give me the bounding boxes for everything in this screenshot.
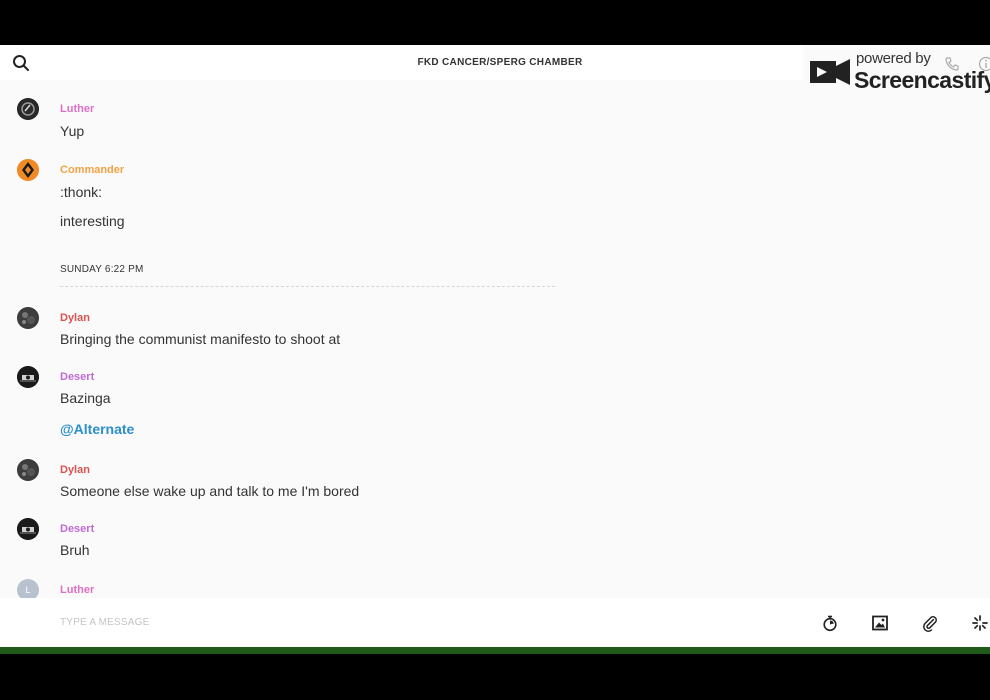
top-letterbox <box>0 0 990 45</box>
avatar[interactable] <box>17 307 39 329</box>
avatar-initial: L <box>25 585 31 595</box>
status-strip <box>0 647 990 654</box>
avatar-commander-image <box>17 159 39 181</box>
watermark-line1: powered by <box>856 50 931 67</box>
avatar-dylan-image <box>17 459 39 481</box>
message-text: Bruh <box>60 542 90 558</box>
avatar-desert-image <box>17 366 39 388</box>
watermark-line2: Screencastify <box>854 67 990 93</box>
message-author[interactable]: Dylan <box>60 464 90 476</box>
paperclip-icon[interactable] <box>921 614 939 632</box>
stopwatch-icon[interactable] <box>821 614 839 632</box>
avatar[interactable] <box>17 459 39 481</box>
message-author[interactable]: Luther <box>60 584 94 596</box>
screencastify-logo-icon <box>810 59 850 85</box>
avatar[interactable] <box>17 366 39 388</box>
bottom-letterbox <box>0 654 990 700</box>
avatar-desert-image <box>17 518 39 540</box>
avatar-luther-image <box>18 99 38 119</box>
screencastify-watermark: powered by Screencastify <box>803 45 990 97</box>
date-divider <box>60 286 555 287</box>
message-text: Bazinga <box>60 390 111 406</box>
message-composer <box>0 598 990 647</box>
date-divider-label: SUNDAY 6:22 PM <box>60 264 144 275</box>
message-author[interactable]: Luther <box>60 103 94 115</box>
message-text: interesting <box>60 213 125 229</box>
message-text: Bringing the communist manifesto to shoo… <box>60 331 341 347</box>
phone-icon[interactable] <box>944 56 960 72</box>
info-icon[interactable] <box>978 56 990 72</box>
message-text: Yup <box>60 123 85 139</box>
message-author[interactable]: Commander <box>60 164 124 176</box>
message-text: Someone else wake up and talk to me I'm … <box>60 483 360 499</box>
message-author[interactable]: Desert <box>60 523 94 535</box>
avatar[interactable] <box>17 518 39 540</box>
avatar-dylan-image <box>17 307 39 329</box>
chat-app: FKD CANCER/SPERG CHAMBER powered by Scre… <box>0 45 990 647</box>
message-text: :thonk: <box>60 184 103 200</box>
user-mention-link[interactable]: @Alternate <box>60 421 134 437</box>
message-input[interactable] <box>60 612 660 632</box>
avatar[interactable] <box>17 98 39 120</box>
image-icon[interactable] <box>871 614 889 632</box>
message-author[interactable]: Dylan <box>60 312 90 324</box>
sparkle-icon[interactable] <box>971 614 989 632</box>
message-author[interactable]: Desert <box>60 371 94 383</box>
avatar[interactable] <box>17 159 39 181</box>
